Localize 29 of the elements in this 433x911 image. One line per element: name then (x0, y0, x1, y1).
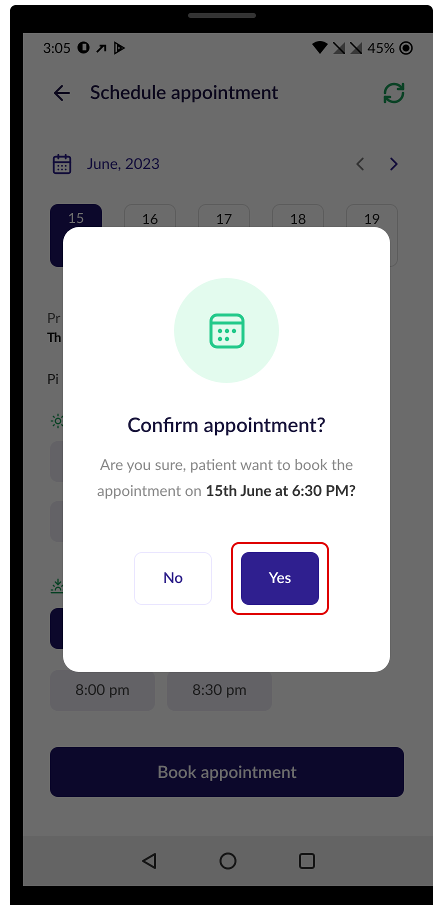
status-time: 3:05 (43, 38, 71, 58)
month-label: June, 2023 (87, 154, 160, 175)
speaker-grille (188, 13, 256, 18)
calendar-icon (51, 153, 73, 175)
battery-icon (399, 40, 413, 54)
sunset-icon (50, 578, 66, 594)
calendar-icon (208, 312, 244, 348)
wifi-icon (312, 41, 328, 54)
dialog-message: Are you sure, patient want to book the appointment on 15th June at 6:30 PM? (96, 455, 357, 502)
home-nav-icon[interactable] (219, 852, 237, 870)
no-signal-icon (350, 42, 362, 54)
sun-icon (50, 412, 66, 428)
section-label: Pi (47, 368, 59, 388)
page-title: Schedule appointment (90, 80, 278, 106)
back-nav-icon[interactable] (141, 852, 157, 870)
field-value: Th (47, 328, 61, 347)
refresh-icon[interactable] (382, 81, 406, 105)
recents-nav-icon[interactable] (299, 853, 315, 869)
no-button[interactable]: No (134, 552, 212, 605)
dialog-title: Confirm appointment? (127, 412, 326, 439)
battery-percent: 45% (368, 38, 395, 58)
no-signal-icon (332, 42, 345, 54)
time-slot[interactable]: 8:30 pm (167, 670, 272, 710)
app-notification-icon (76, 41, 90, 54)
yes-button[interactable]: Yes (241, 552, 319, 605)
field-label: Pr (47, 308, 60, 328)
book-appointment-button[interactable]: Book appointment (50, 746, 404, 796)
time-slot[interactable]: 8:00 pm (50, 670, 155, 710)
play-store-icon (112, 40, 126, 54)
